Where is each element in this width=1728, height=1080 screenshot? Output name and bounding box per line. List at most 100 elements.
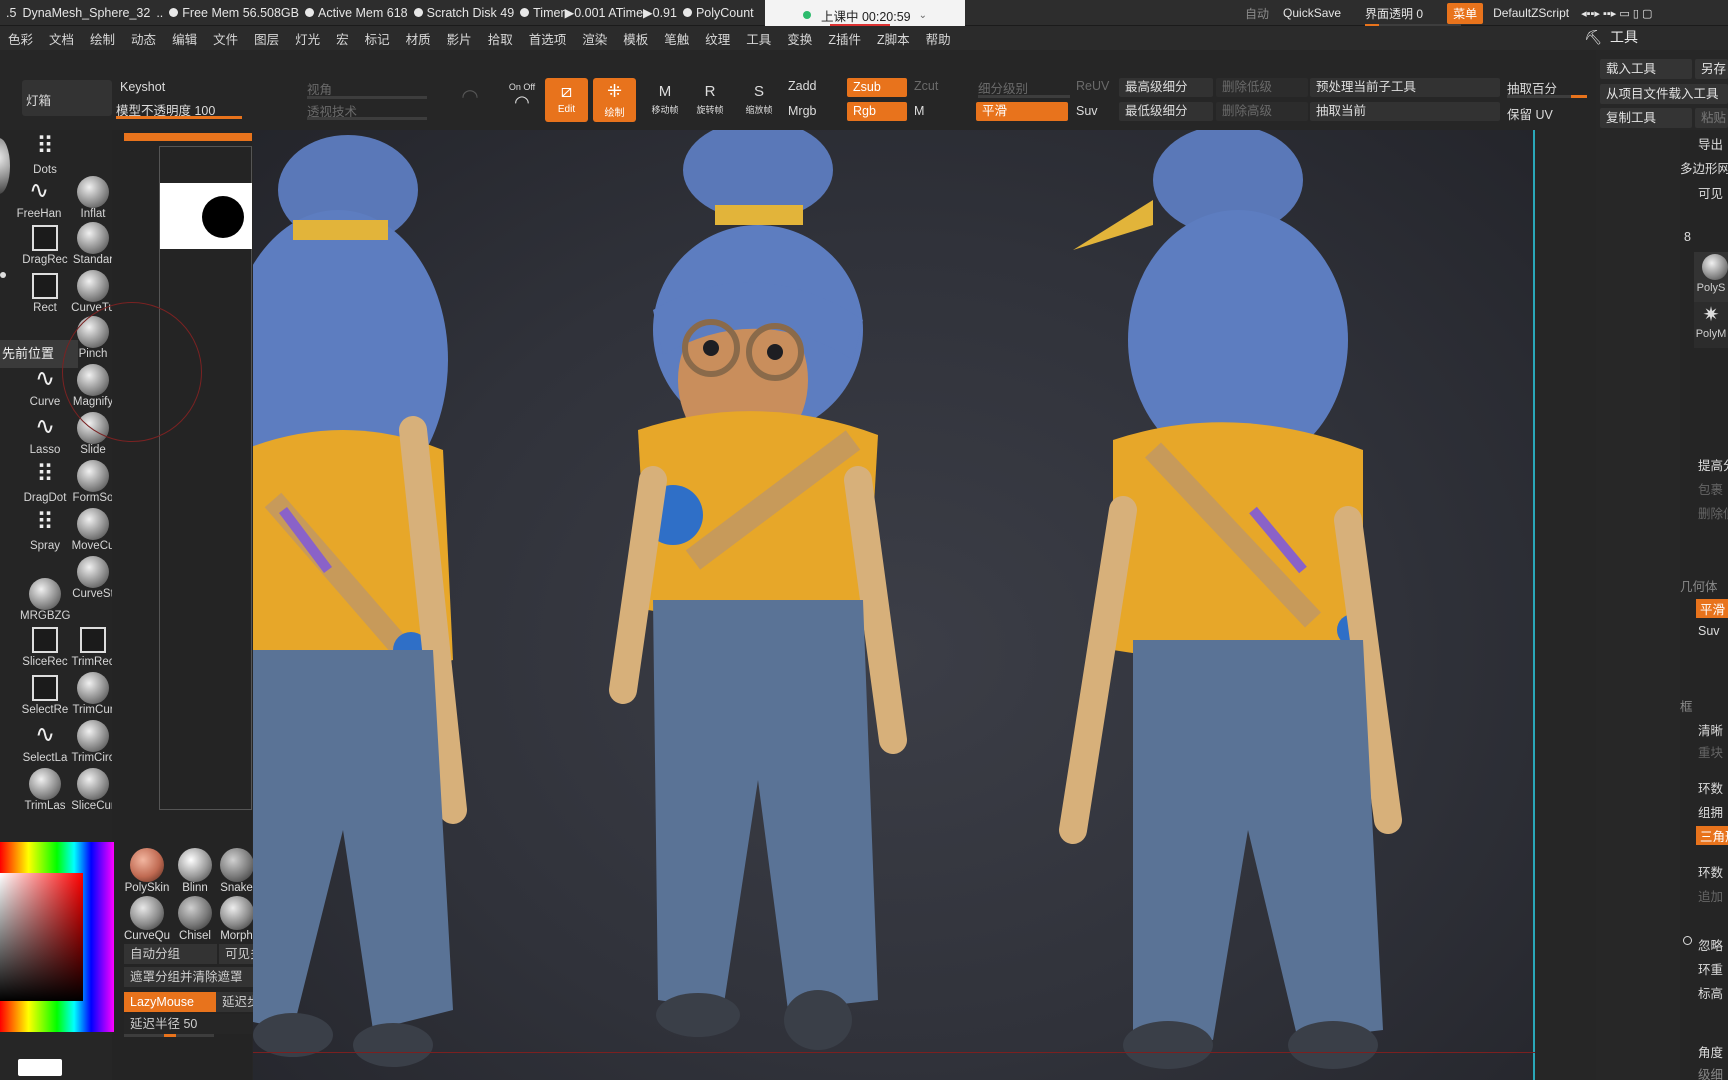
edit-mode-button[interactable]: ⧄ Edit	[545, 78, 588, 122]
brush-dragrec[interactable]: DragRec	[20, 222, 70, 270]
zadd-button[interactable]: Zadd	[788, 79, 817, 93]
brush-selectla[interactable]: ∿ SelectLa	[20, 720, 70, 768]
polymesh-button[interactable]: 多边形网	[1680, 158, 1728, 177]
mask-group-button[interactable]: 遮罩分组并清除遮罩	[124, 967, 253, 987]
move-mode-button[interactable]: M 移动帧	[645, 78, 685, 122]
raise-button[interactable]: 提高分	[1698, 455, 1728, 474]
menu-item-0[interactable]: 色彩	[0, 29, 41, 48]
keep-uv-button[interactable]: 保留 UV	[1507, 104, 1553, 123]
menu-item-19[interactable]: 变换	[779, 29, 820, 48]
menu-item-22[interactable]: 帮助	[918, 29, 959, 48]
on-off-toggle[interactable]: On Off ◠	[502, 82, 542, 120]
brush-standar[interactable]: Standar	[68, 222, 118, 270]
menu-item-16[interactable]: 笔触	[656, 29, 697, 48]
rotate-mode-button[interactable]: R 旋转帧	[690, 78, 730, 122]
menu-item-14[interactable]: 渲染	[574, 29, 615, 48]
load-tool-button[interactable]: 载入工具	[1600, 59, 1692, 79]
lazy-radius-slider[interactable]: 延迟半径 50	[124, 1014, 253, 1034]
highest-subdiv-button[interactable]: 最高级细分	[1119, 78, 1213, 97]
draw-mode-button[interactable]: ⁜ 绘制	[593, 78, 636, 122]
persp-tech-slider[interactable]	[307, 117, 427, 120]
brush-dragdot[interactable]: ⠿ DragDot	[20, 460, 70, 508]
brush-movecu[interactable]: MoveCu	[68, 508, 118, 556]
brush-rect[interactable]: Rect	[20, 270, 70, 318]
brush-trimcirc[interactable]: TrimCirc	[68, 720, 118, 768]
menu-item-20[interactable]: Z插件	[820, 29, 869, 48]
lowest-subdiv-button[interactable]: 最低级细分	[1119, 102, 1213, 121]
suv-button[interactable]: Suv	[1076, 104, 1098, 118]
angle-slider[interactable]: 角度	[1698, 1042, 1728, 1061]
delete-lower-right-button[interactable]: 删除低	[1698, 503, 1728, 522]
menu-item-13[interactable]: 首选项	[521, 29, 575, 48]
menu-item-17[interactable]: 纹理	[697, 29, 738, 48]
menu-item-10[interactable]: 材质	[398, 29, 439, 48]
paste-tool-button[interactable]: 粘贴	[1695, 108, 1728, 128]
m-button[interactable]: M	[914, 104, 924, 118]
smooth-button[interactable]: 平滑	[976, 102, 1068, 121]
menu-item-5[interactable]: 文件	[205, 29, 246, 48]
append-button[interactable]: 追加	[1698, 886, 1728, 905]
frame-section[interactable]: 框	[1680, 696, 1728, 715]
ui-opacity-slider[interactable]: 界面透明 0	[1365, 5, 1462, 27]
clarify-button[interactable]: 清晰	[1698, 720, 1728, 739]
material-snake[interactable]: Snake	[220, 848, 253, 894]
menu-item-1[interactable]: 文档	[41, 29, 82, 48]
canvas-viewport[interactable]	[253, 130, 1535, 1080]
material-morph[interactable]: Morph	[220, 896, 253, 942]
visible-toggle[interactable]: 可见	[1698, 183, 1728, 202]
loops-slider[interactable]: 环数	[1698, 778, 1728, 797]
quicksave-button[interactable]: QuickSave	[1283, 6, 1341, 20]
color-saturation-square[interactable]	[0, 873, 83, 1001]
material-curvequ[interactable]: CurveQu	[124, 896, 170, 942]
brush-freehan[interactable]: ∿ FreeHan	[14, 176, 64, 224]
window-controls[interactable]: ◂▪▪▸ ▪▪▸ ▭ ▯ ▢	[1581, 7, 1652, 20]
envelope-button[interactable]: 包裹	[1698, 479, 1728, 498]
mrgb-button[interactable]: Mrgb	[788, 104, 816, 118]
gauge-icon[interactable]: ◠	[453, 84, 487, 118]
save-as-button[interactable]: 另存	[1695, 59, 1728, 79]
menu-item-12[interactable]: 拾取	[480, 29, 521, 48]
brush-dots[interactable]: ⠿ Dots	[20, 132, 70, 180]
menu-button[interactable]: 菜单	[1447, 2, 1484, 24]
rgb-button[interactable]: Rgb	[847, 102, 907, 121]
menu-item-15[interactable]: 模板	[615, 29, 656, 48]
polysphere-thumbnail[interactable]: PolyS	[1694, 252, 1728, 302]
geometry-section[interactable]: 几何体	[1680, 576, 1728, 595]
triangle-button[interactable]: 三角形	[1696, 826, 1728, 845]
reuv-button[interactable]: ReUV	[1076, 79, 1109, 93]
menu-item-18[interactable]: 工具	[738, 29, 779, 48]
brush-trimrec[interactable]: TrimRec	[68, 624, 118, 672]
menu-item-9[interactable]: 标记	[357, 29, 398, 48]
menu-item-21[interactable]: Z脚本	[869, 29, 918, 48]
smooth-right-button[interactable]: 平滑	[1696, 599, 1728, 618]
loops2-slider[interactable]: 环数	[1698, 862, 1728, 881]
brush-lasso[interactable]: ∿ Lasso	[20, 412, 70, 460]
lazy-radius-track[interactable]	[124, 1034, 214, 1037]
brush-inflat[interactable]: Inflat	[68, 176, 118, 224]
lightbox-button[interactable]: 灯箱	[22, 80, 112, 116]
menu-item-11[interactable]: 影片	[439, 29, 480, 48]
brush-slicerec[interactable]: SliceRec	[20, 624, 70, 672]
extract-percent-slider[interactable]	[1507, 95, 1587, 98]
material-polyskin[interactable]: PolySkin	[124, 848, 170, 894]
zcut-button[interactable]: Zcut	[914, 79, 938, 93]
polymesh-star-thumbnail[interactable]: ✷ PolyM	[1694, 302, 1728, 348]
brush-curvest[interactable]: CurveSt	[68, 556, 118, 604]
duplicate-button[interactable]: 重块	[1698, 742, 1728, 761]
menu-item-8[interactable]: 宏	[328, 29, 357, 48]
lazymouse-button[interactable]: LazyMouse	[124, 992, 216, 1012]
keyshot-button[interactable]: Keyshot	[120, 80, 165, 94]
model-opacity-slider[interactable]	[116, 116, 242, 119]
default-zscript-button[interactable]: DefaultZScript	[1493, 6, 1569, 20]
radio-icon[interactable]	[1683, 936, 1692, 945]
menu-item-4[interactable]: 编辑	[164, 29, 205, 48]
ring-weight-slider[interactable]: 环重	[1698, 959, 1728, 978]
material-chisel[interactable]: Chisel	[172, 896, 218, 942]
delete-lower-button[interactable]: 删除低级	[1216, 78, 1308, 97]
zsub-button[interactable]: Zsub	[847, 78, 907, 97]
export-button[interactable]: 导出	[1698, 134, 1728, 153]
brush-slicecur[interactable]: SliceCur	[68, 768, 118, 816]
menu-item-3[interactable]: 动态	[123, 29, 164, 48]
auto-group-button[interactable]: 自动分组	[124, 944, 217, 964]
load-from-project-button[interactable]: 从项目文件载入工具	[1600, 84, 1728, 104]
